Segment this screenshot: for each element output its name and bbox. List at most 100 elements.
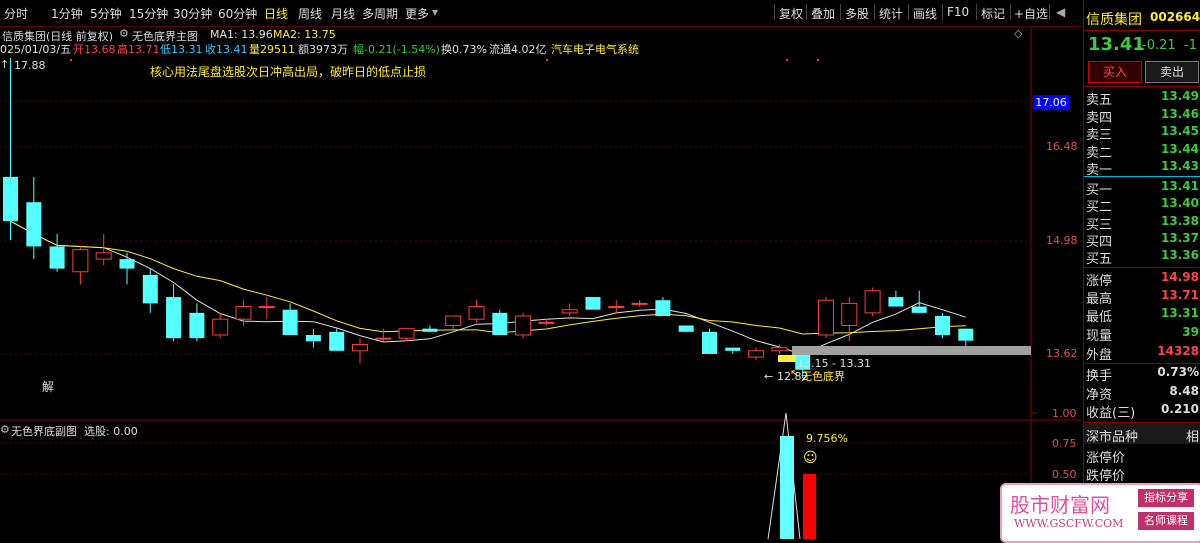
stat-net-assets: 净资 8.48	[1086, 384, 1199, 403]
candle-body	[375, 337, 392, 340]
stat-turnover: 换手 0.73%	[1086, 365, 1199, 384]
ask-row-2: 卖二 13.44	[1086, 142, 1199, 161]
candle-body	[119, 259, 135, 269]
divider	[1084, 363, 1200, 364]
min-price-arrow: ←	[764, 370, 774, 383]
market-type-tab[interactable]: 深市品种 相	[1084, 424, 1200, 445]
subchart-select-value: 选股: 0.00	[84, 425, 138, 438]
candle-body	[49, 246, 65, 269]
stat-high: 最高 13.71	[1086, 288, 1199, 307]
price-pct: -1	[1184, 38, 1197, 53]
candle-body	[561, 309, 578, 314]
divider	[1084, 422, 1200, 423]
kline-chart[interactable]	[0, 0, 1082, 539]
marker-dot	[546, 59, 548, 61]
signal-arrow: ↖	[790, 367, 800, 380]
marker-dot	[786, 59, 788, 61]
candle-body	[678, 325, 694, 332]
candle-body	[26, 202, 42, 247]
divider	[1084, 86, 1200, 87]
ask-row-3: 卖三 13.45	[1086, 124, 1199, 143]
settings-icon[interactable]: ⚙	[0, 423, 10, 436]
candle-body	[911, 306, 927, 313]
subchart-pct-label: 9.756%	[806, 432, 848, 445]
candle-body	[95, 252, 112, 260]
stock-name: 信质集团	[1086, 12, 1142, 28]
jie-marker: 解	[42, 380, 55, 394]
signal-band	[792, 346, 1031, 355]
smile-icon: ☺	[803, 450, 818, 466]
candle-body	[282, 309, 298, 335]
limit-up-price-label: 涨停价	[1086, 451, 1126, 466]
bid-row-3: 买三 13.38	[1086, 214, 1199, 233]
watermark-tag2: 名师课程	[1138, 512, 1194, 530]
sub-tick: 1.00	[1052, 407, 1077, 420]
price-tick: 16.48	[1046, 140, 1078, 153]
candle-body	[935, 316, 950, 335]
watermark-title: 股市财富网	[1010, 493, 1110, 517]
candle-body	[585, 297, 601, 310]
candle-body	[72, 249, 89, 273]
candle-body	[212, 318, 229, 336]
max-price-label: 17.88	[14, 59, 46, 72]
candle-body	[492, 312, 508, 335]
candle-body	[631, 302, 648, 305]
candle-body	[352, 343, 368, 352]
candle-body	[235, 306, 252, 320]
limit-down-price-label: 跌停价	[1086, 469, 1126, 484]
current-price: 13.41	[1088, 34, 1145, 55]
watermark-logo: 股市财富网 WWW.GSCFW.COM 指标分享 名师课程	[1000, 483, 1200, 543]
candle-body	[888, 297, 904, 307]
stat-outer-vol: 外盘 14328	[1086, 344, 1199, 363]
watermark-url: WWW.GSCFW.COM	[1014, 517, 1124, 530]
candle-body	[305, 334, 321, 342]
signal-name-label: 无色底界	[801, 370, 845, 383]
candle-body	[422, 328, 438, 332]
stat-low: 最低 13.31	[1086, 306, 1199, 325]
candle-body	[958, 328, 974, 341]
bid-row-1: 买一 13.41	[1086, 179, 1199, 198]
candle-body	[771, 347, 788, 352]
quote-panel: 信质集团 002664 13.41 -0.21 -1 买入 卖出 卖五 13.49…	[1083, 0, 1200, 539]
bid-row-5: 买五 13.36	[1086, 248, 1199, 267]
candle-body	[702, 331, 717, 354]
watermark-tag1: 指标分享	[1138, 489, 1194, 507]
candle-body	[166, 297, 182, 339]
price-tick: 13.62	[1046, 347, 1078, 360]
candle-body	[655, 300, 671, 317]
candle-body	[818, 299, 834, 336]
candle-body	[258, 306, 275, 309]
max-price-arrow: ↑	[0, 58, 10, 71]
candle-body	[398, 328, 415, 339]
ask-row-5: 卖五 13.49	[1086, 89, 1199, 108]
candle-body	[725, 347, 741, 351]
crosshair-price-label: 17.06	[1033, 95, 1069, 110]
stat-current-vol: 现量 39	[1086, 325, 1199, 344]
candle-body	[189, 312, 205, 339]
candle-body	[515, 315, 532, 336]
price-tick: 14.98	[1046, 234, 1078, 247]
marker-dot	[70, 59, 72, 61]
sub-tick: 0.50	[1052, 468, 1077, 481]
candle-body	[608, 306, 625, 309]
price-change: -0.21	[1142, 38, 1176, 53]
stat-eps: 收益(三) 0.210	[1086, 402, 1199, 421]
bid-ask-divider	[1084, 176, 1200, 177]
candle-body	[864, 290, 881, 314]
candle-body	[468, 306, 485, 320]
candle-body	[841, 302, 858, 327]
candle-body	[142, 274, 158, 304]
sell-button[interactable]: 卖出	[1145, 61, 1199, 83]
candle-body	[3, 176, 18, 222]
bid-row-2: 买二 13.40	[1086, 196, 1199, 215]
subchart-red-bar	[803, 474, 816, 539]
candle-body	[445, 315, 462, 327]
bid-row-4: 买四 13.37	[1086, 231, 1199, 250]
buy-button[interactable]: 买入	[1088, 61, 1142, 83]
stat-limit-up: 涨停 14.98	[1086, 270, 1199, 289]
subchart-title[interactable]: 无色界底副图	[11, 423, 77, 439]
subchart-cyan-bar	[780, 436, 794, 539]
ask-row-1: 卖一 13.43	[1086, 159, 1199, 178]
stock-code: 002664	[1150, 10, 1200, 24]
candle-body	[538, 321, 555, 324]
